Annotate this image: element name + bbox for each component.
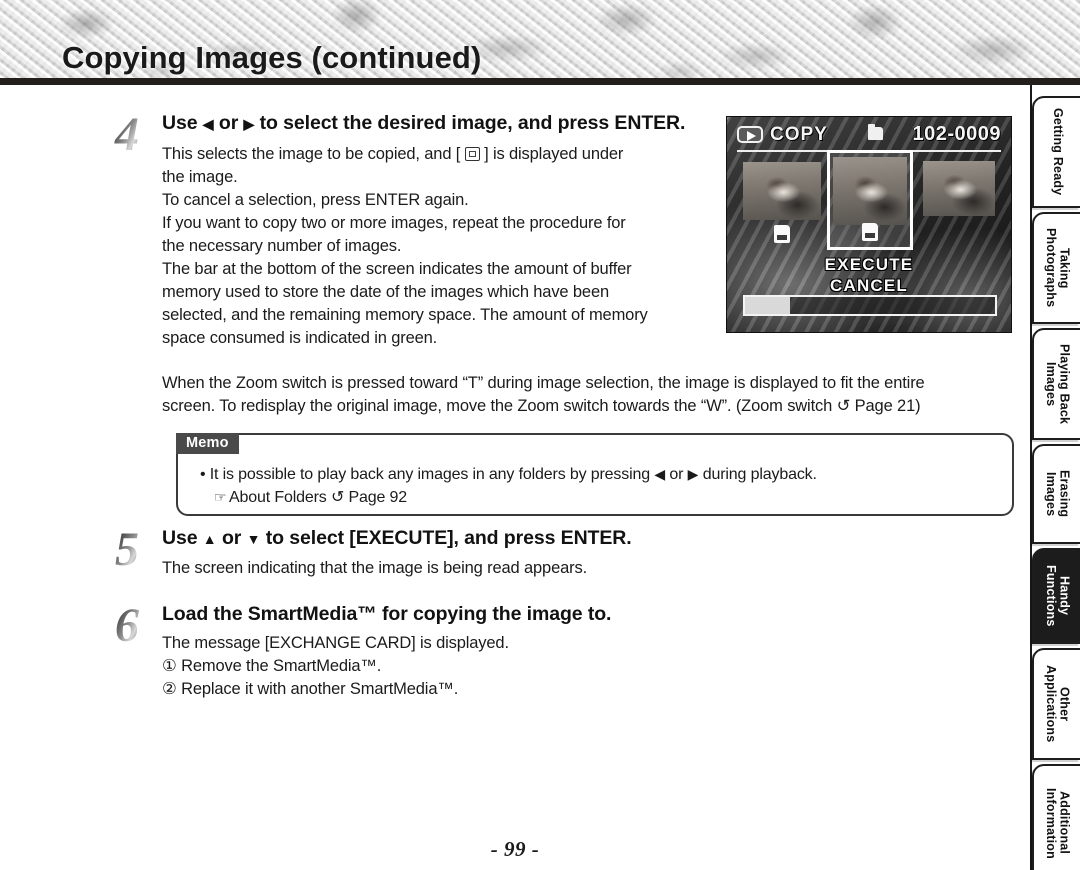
copy-mark-icon — [774, 225, 790, 243]
sidebar-tab-playing-back-images[interactable]: Playing Back Images — [1032, 328, 1080, 440]
step-6: 6 Load the SmartMedia™ for copying the i… — [99, 601, 899, 701]
step-paragraph: ① Remove the SmartMedia™. — [162, 657, 382, 675]
lcd-menu: EXECUTE CANCEL — [727, 254, 1011, 296]
lcd-thumbnail-right — [923, 161, 995, 216]
memo-text-pre: It is possible to play back any images i… — [209, 466, 655, 483]
chapter-tab-list: Getting Ready Taking Photographs Playing… — [1032, 96, 1080, 870]
step-paragraph: The screen indicating that the image is … — [162, 559, 588, 577]
tab-label: Additional Information — [1044, 787, 1072, 859]
step-4-wide-lines: When the Zoom switch is pressed toward “… — [162, 372, 1018, 418]
tab-label: Other Applications — [1044, 665, 1072, 743]
paragraph-text: This selects the image to be copied, and… — [162, 145, 461, 163]
step-paragraph: The bar at the bottom of the screen indi… — [162, 260, 632, 278]
play-icon — [737, 126, 763, 143]
step-paragraph: ② Replace it with another SmartMedia™. — [162, 680, 459, 698]
lcd-menu-cancel[interactable]: CANCEL — [727, 275, 1011, 296]
sidebar-tab-erasing-images[interactable]: Erasing Images — [1032, 444, 1080, 544]
step-body: Use or to select [EXECUTE], and press EN… — [162, 525, 899, 580]
step-heading: Use or to select [EXECUTE], and press EN… — [162, 525, 899, 552]
step-paragraph: screen. To redisplay the original image,… — [162, 397, 921, 415]
step-paragraph: This selects the image to be copied, and… — [162, 143, 739, 166]
step-number: 4 — [99, 110, 155, 166]
step-5: 5 Use or to select [EXECUTE], and press … — [99, 525, 899, 580]
paragraph-text: ] is displayed under — [484, 145, 624, 163]
lcd-file-number: 102-0009 — [912, 123, 1001, 145]
memo-bullet-line: • It is possible to play back any images… — [200, 463, 998, 486]
down-arrow-icon — [247, 531, 261, 547]
thumbnail-image — [923, 161, 995, 216]
lcd-mode-label: COPY — [770, 124, 828, 145]
lcd-thumbnail-left — [743, 162, 821, 220]
thumbnail-image — [833, 157, 907, 225]
step-paragraph: the image. — [162, 168, 238, 186]
step-4: 4 Use or to select the desired image, an… — [99, 110, 739, 350]
step-number: 5 — [99, 525, 155, 581]
up-arrow-icon — [203, 531, 217, 547]
header-rule — [0, 78, 1080, 85]
left-arrow-icon — [654, 466, 665, 482]
tab-label: Taking Photographs — [1044, 228, 1072, 308]
step-paragraph: If you want to copy two or more images, … — [162, 214, 626, 232]
heading-text-pre: Use — [162, 527, 203, 549]
step-paragraph: memory used to store the date of the ima… — [162, 283, 609, 301]
thumbnail-image — [743, 162, 821, 220]
lcd-memory-bar-fill — [745, 297, 790, 314]
manual-page: Copying Images (continued) Getting Ready… — [0, 0, 1080, 870]
memo-box: Memo • It is possible to play back any i… — [176, 433, 1014, 516]
page-number: - 99 - — [490, 837, 540, 861]
camera-lcd-illustration: COPY 102-0009 EXECUTE CANCEL — [726, 116, 1012, 333]
heading-text-post: to select [EXECUTE], and press ENTER. — [260, 527, 632, 549]
step-paragraph: When the Zoom switch is pressed toward “… — [162, 374, 925, 392]
step-heading: Use or to select the desired image, and … — [162, 110, 739, 137]
page-header-band: Copying Images (continued) — [0, 0, 1080, 78]
pointing-hand-icon: ☞ — [214, 489, 227, 505]
memo-label: Memo — [176, 433, 239, 454]
folder-icon — [868, 124, 883, 140]
right-arrow-icon — [244, 116, 255, 132]
memo-text-post: during playback. — [698, 466, 817, 483]
step-body: Use or to select the desired image, and … — [162, 110, 739, 350]
page-title: Copying Images (continued) — [62, 40, 482, 75]
sidebar-tab-handy-functions[interactable]: Handy Functions — [1032, 548, 1080, 644]
memo-reference-text: About Folders ↺ Page 92 — [228, 489, 408, 506]
lcd-memory-bar — [743, 295, 997, 316]
step-paragraph: The message [EXCHANGE CARD] is displayed… — [162, 634, 509, 652]
heading-text-post: to select the desired image, and press E… — [254, 112, 686, 134]
bullet-marker: • — [200, 466, 206, 483]
step-paragraph: space consumed is indicated in green. — [162, 329, 438, 347]
sidebar-tab-other-applications[interactable]: Other Applications — [1032, 648, 1080, 760]
step-paragraph: the necessary number of images. — [162, 237, 402, 255]
copy-mark-icon — [862, 223, 878, 241]
tab-label: Handy Functions — [1044, 565, 1072, 627]
tab-label: Getting Ready — [1050, 108, 1065, 196]
page-content: COPY 102-0009 EXECUTE CANCEL 4 Use ◀ or … — [0, 85, 1030, 870]
step-body: Load the SmartMedia™ for copying the ima… — [162, 601, 899, 701]
memo-content: • It is possible to play back any images… — [200, 463, 998, 509]
sidebar-tab-additional-information[interactable]: Additional Information — [1032, 764, 1080, 870]
step-number: 6 — [99, 601, 155, 657]
sidebar-tab-getting-ready[interactable]: Getting Ready — [1032, 96, 1080, 208]
left-arrow-icon — [203, 116, 214, 132]
memo-reference-line: ☞ About Folders ↺ Page 92 — [200, 486, 998, 509]
tab-label: Erasing Images — [1044, 470, 1072, 518]
heading-text-mid: or — [213, 112, 244, 134]
step-paragraph: To cancel a selection, press ENTER again… — [162, 191, 469, 209]
card-icon — [464, 147, 480, 161]
memo-text-mid: or — [665, 466, 688, 483]
right-arrow-icon — [688, 466, 699, 482]
step-paragraph: selected, and the remaining memory space… — [162, 306, 648, 324]
step-heading: Load the SmartMedia™ for copying the ima… — [162, 603, 612, 625]
sidebar-tab-taking-photographs[interactable]: Taking Photographs — [1032, 212, 1080, 324]
heading-text-pre: Use — [162, 112, 203, 134]
heading-text-mid: or — [216, 527, 247, 549]
lcd-status-bar: COPY 102-0009 — [737, 123, 1001, 150]
lcd-menu-execute[interactable]: EXECUTE — [727, 254, 1011, 275]
lcd-thumbnail-center-selected — [833, 157, 907, 225]
tab-label: Playing Back Images — [1044, 343, 1072, 425]
